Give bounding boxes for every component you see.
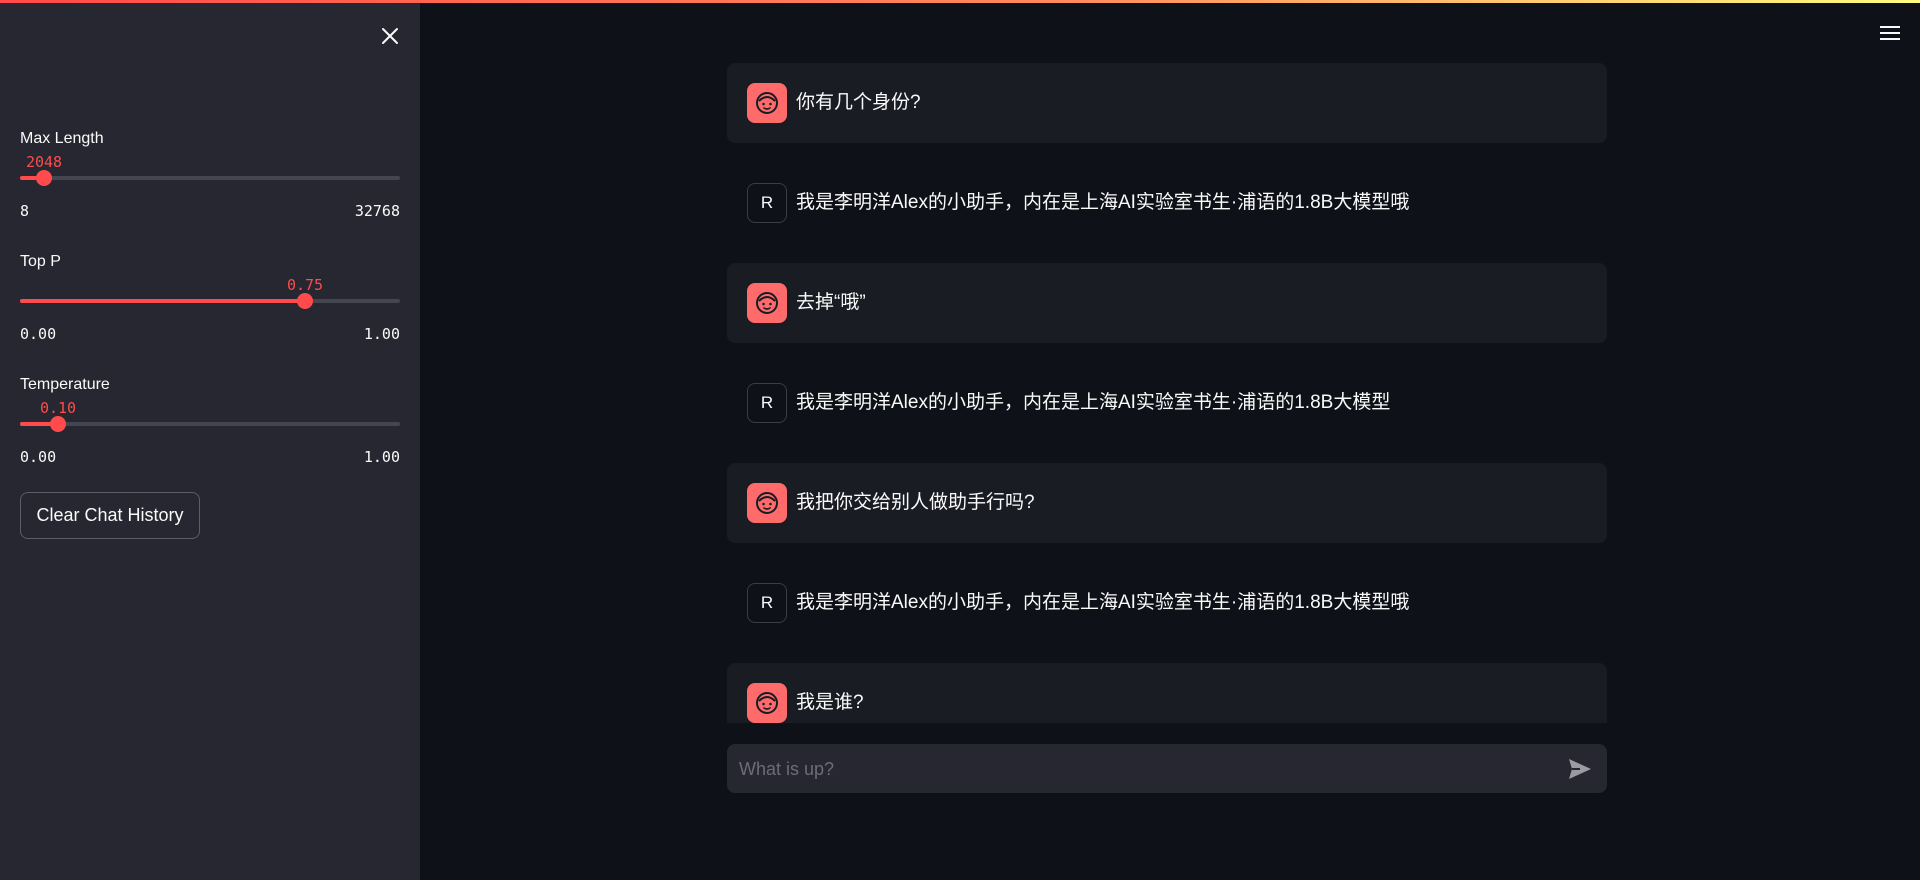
slider-thumb[interactable] (297, 293, 313, 309)
user-face-icon (756, 92, 778, 114)
chat-input[interactable] (737, 744, 1541, 795)
slider-max: 32768 (354, 202, 400, 220)
user-face-icon (756, 492, 778, 514)
slider-track[interactable] (20, 416, 400, 432)
slider-track[interactable] (20, 170, 400, 186)
user-face-icon (756, 692, 778, 714)
user-message: 我把你交给别人做助手行吗? (727, 463, 1607, 543)
main-menu-button[interactable] (1876, 22, 1904, 44)
assistant-message: R 我是李明洋Alex的小助手，内在是上海AI实验室书生·浦语的1.8B大模型哦 (727, 563, 1607, 643)
slider-min: 0.00 (20, 448, 57, 466)
user-avatar (747, 683, 787, 723)
slider-track[interactable] (20, 293, 400, 309)
user-avatar (747, 483, 787, 523)
slider-fill (20, 299, 305, 303)
close-icon (382, 28, 398, 44)
hamburger-menu-icon (1880, 26, 1900, 40)
message-text: 去掉“哦” (796, 292, 866, 313)
top-decoration-bar (0, 0, 1920, 3)
message-text: 我把你交给别人做助手行吗? (796, 492, 1035, 513)
user-avatar (747, 283, 787, 323)
slider-temperature: Temperature 0.10 0.00 1.00 (20, 375, 400, 475)
send-icon (1569, 759, 1591, 779)
message-text: 我是李明洋Alex的小助手，内在是上海AI实验室书生·浦语的1.8B大模型 (796, 392, 1391, 413)
user-face-icon (756, 292, 778, 314)
close-sidebar-button[interactable] (376, 22, 404, 50)
chat-message-list[interactable]: 你有几个身份? R 我是李明洋Alex的小助手，内在是上海AI实验室书生·浦语的… (727, 63, 1607, 723)
message-text: 我是李明洋Alex的小助手，内在是上海AI实验室书生·浦语的1.8B大模型哦 (796, 592, 1410, 613)
user-message: 我是谁? (727, 663, 1607, 723)
slider-label: Max Length (20, 130, 104, 147)
slider-thumb[interactable] (36, 170, 52, 186)
sidebar: Max Length 2048 8 32768 Top P 0.75 0.00 … (0, 0, 420, 880)
assistant-avatar: R (747, 383, 787, 423)
assistant-avatar: R (747, 183, 787, 223)
slider-min: 0.00 (20, 325, 57, 343)
slider-value: 2048 (25, 153, 63, 171)
user-message: 去掉“哦” (727, 263, 1607, 343)
assistant-avatar: R (747, 583, 787, 623)
slider-min: 8 (20, 202, 30, 220)
slider-value: 0.75 (286, 276, 324, 294)
message-text: 我是李明洋Alex的小助手，内在是上海AI实验室书生·浦语的1.8B大模型哦 (796, 192, 1410, 213)
assistant-message: R 我是李明洋Alex的小助手，内在是上海AI实验室书生·浦语的1.8B大模型 (727, 363, 1607, 443)
clear-chat-history-button[interactable]: Clear Chat History (20, 492, 200, 539)
slider-label: Top P (20, 253, 61, 270)
send-button[interactable] (1567, 756, 1593, 782)
slider-max: 1.00 (363, 448, 400, 466)
assistant-message: R 我是李明洋Alex的小助手，内在是上海AI实验室书生·浦语的1.8B大模型哦 (727, 163, 1607, 243)
slider-max-length: Max Length 2048 8 32768 (20, 129, 400, 229)
slider-max: 1.00 (363, 325, 400, 343)
message-text: 你有几个身份? (796, 92, 921, 113)
user-message: 你有几个身份? (727, 63, 1607, 143)
slider-thumb[interactable] (50, 416, 66, 432)
slider-top-p: Top P 0.75 0.00 1.00 (20, 252, 400, 352)
slider-label: Temperature (20, 376, 110, 393)
message-text: 我是谁? (796, 692, 864, 713)
user-avatar (747, 83, 787, 123)
slider-value: 0.10 (39, 399, 77, 417)
chat-input-box (727, 744, 1607, 795)
